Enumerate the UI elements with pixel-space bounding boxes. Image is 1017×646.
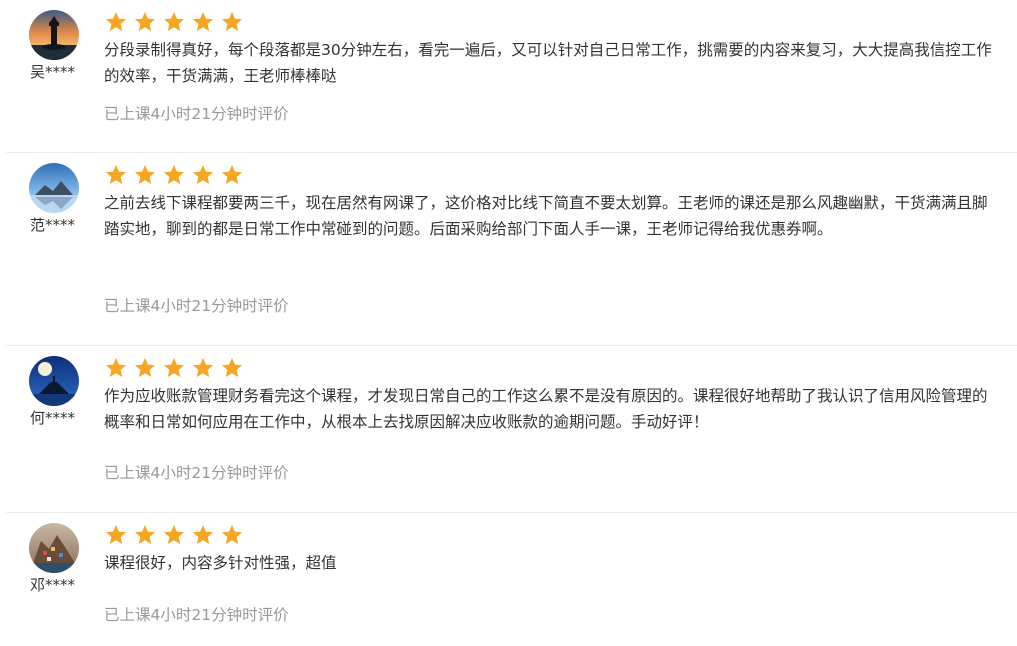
reviewer-name: 吴****	[30, 63, 76, 81]
star-icon	[191, 356, 215, 380]
reviewer-name: 何****	[30, 409, 76, 427]
star-icon	[162, 163, 186, 187]
review-text: 作为应收账款管理财务看完这个课程，才发现日常自己的工作这么累不是没有原因的。课程…	[104, 387, 988, 431]
star-icon	[162, 356, 186, 380]
star-icon	[220, 10, 244, 34]
star-icon	[220, 356, 244, 380]
review-meta: 已上课4小时21分钟时评价	[104, 105, 289, 123]
star-icon	[162, 10, 186, 34]
star-icon	[104, 523, 128, 547]
avatar[interactable]	[29, 523, 79, 573]
star-icon	[162, 523, 186, 547]
star-rating	[104, 356, 249, 380]
reviewer-name: 邓****	[30, 576, 76, 594]
review-item: 吴**** 分段录制得真好，每个段落都是30分钟左右，看完一遍后，又可以针对自己…	[0, 0, 1017, 152]
review-item: 邓**** 课程很好，内容多针对性强，超值 已上课4小时21分钟时评价	[0, 513, 1017, 646]
star-rating	[104, 163, 249, 187]
star-icon	[220, 163, 244, 187]
review-list: 吴**** 分段录制得真好，每个段落都是30分钟左右，看完一遍后，又可以针对自己…	[0, 0, 1017, 646]
star-icon	[104, 356, 128, 380]
review-item: 范**** 之前去线下课程都要两三千，现在居然有网课了，这价格对比线下简直不要太…	[0, 153, 1017, 345]
star-icon	[133, 356, 157, 380]
star-icon	[220, 523, 244, 547]
avatar[interactable]	[29, 356, 79, 406]
review-meta: 已上课4小时21分钟时评价	[104, 297, 289, 315]
star-icon	[191, 523, 215, 547]
star-icon	[133, 10, 157, 34]
star-icon	[191, 163, 215, 187]
star-rating	[104, 10, 249, 34]
star-icon	[133, 163, 157, 187]
star-icon	[133, 523, 157, 547]
star-rating	[104, 523, 249, 547]
review-text: 分段录制得真好，每个段落都是30分钟左右，看完一遍后，又可以针对自己日常工作，挑…	[104, 41, 992, 85]
review-item: 何**** 作为应收账款管理财务看完这个课程，才发现日常自己的工作这么累不是没有…	[0, 346, 1017, 512]
review-text: 课程很好，内容多针对性强，超值	[104, 554, 337, 572]
review-text: 之前去线下课程都要两三千，现在居然有网课了，这价格对比线下简直不要太划算。王老师…	[104, 194, 988, 238]
reviewer-name: 范****	[30, 216, 76, 234]
avatar[interactable]	[29, 10, 79, 60]
star-icon	[191, 10, 215, 34]
star-icon	[104, 10, 128, 34]
review-meta: 已上课4小时21分钟时评价	[104, 606, 289, 624]
avatar[interactable]	[29, 163, 79, 213]
review-meta: 已上课4小时21分钟时评价	[104, 464, 289, 482]
star-icon	[104, 163, 128, 187]
